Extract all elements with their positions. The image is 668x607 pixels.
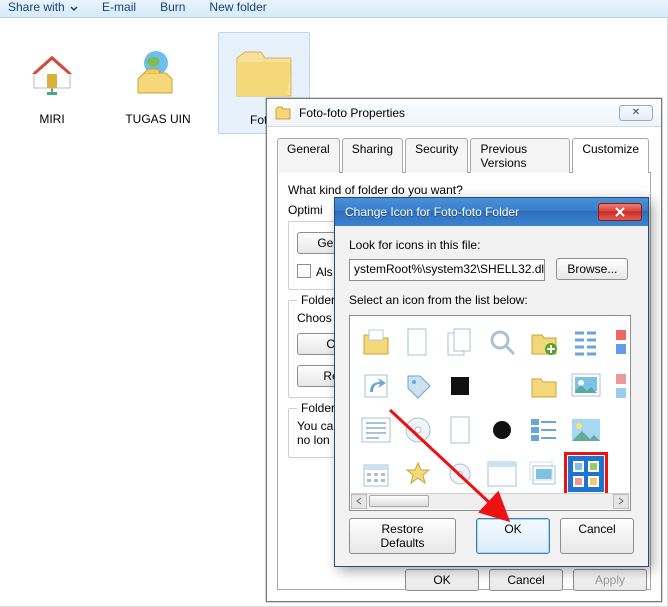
close-button[interactable]: ✕ — [619, 105, 653, 121]
star-icon[interactable] — [400, 456, 436, 492]
change-icon-titlebar[interactable]: Change Icon for Foto-foto Folder — [335, 198, 648, 226]
new-folder-button[interactable]: New folder — [209, 0, 266, 14]
house-network-icon — [8, 38, 96, 108]
item-label: TUGAS UIN — [114, 112, 202, 126]
scroll-thumb[interactable] — [369, 495, 429, 507]
icon-path-input[interactable]: ystemRoot%\system32\SHELL32.dll — [349, 259, 545, 281]
tab-previous-versions[interactable]: Previous Versions — [470, 138, 570, 173]
page-icon[interactable] — [442, 412, 478, 448]
select-icon-label: Select an icon from the list below: — [349, 293, 634, 307]
color-grid-icon[interactable] — [610, 324, 631, 360]
photo-frame-icon[interactable] — [568, 368, 604, 404]
close-button[interactable] — [598, 203, 642, 221]
scroll-left-button[interactable] — [351, 494, 367, 509]
folder-item-tugas[interactable]: TUGAS UIN — [112, 32, 204, 134]
scroll-right-button[interactable] — [613, 494, 629, 509]
globe-folder-icon — [114, 38, 202, 108]
look-label: Look for icons in this file: — [349, 238, 634, 252]
black-circle-icon[interactable] — [484, 412, 520, 448]
blank-icon[interactable] — [610, 412, 631, 448]
paragraph-icon[interactable] — [358, 412, 394, 448]
disc-icon[interactable] — [400, 412, 436, 448]
cancel-button[interactable]: Cancel — [560, 518, 634, 554]
share-with-menu[interactable]: Share with — [8, 0, 78, 14]
tag-icon[interactable] — [400, 368, 436, 404]
item-label: MIRI — [8, 112, 96, 126]
ok-button[interactable]: OK — [405, 569, 479, 591]
thumbnails-icon[interactable] — [568, 456, 604, 492]
shortcut-icon[interactable] — [358, 368, 394, 404]
search-icon[interactable] — [484, 324, 520, 360]
folder-icons-caption: Folder — [297, 401, 339, 415]
kind-question: What kind of folder do you want? — [288, 183, 640, 197]
pages-stack-icon[interactable] — [442, 324, 478, 360]
tab-customize[interactable]: Customize — [572, 138, 649, 173]
chevron-down-icon — [70, 5, 78, 13]
icon-list-scrollbar[interactable] — [351, 493, 629, 509]
properties-title: Foto-foto Properties — [299, 106, 611, 120]
calendar-icon[interactable] — [358, 456, 394, 492]
tab-sharing[interactable]: Sharing — [342, 138, 403, 173]
restore-defaults-button[interactable]: Restore Defaults — [349, 518, 456, 554]
properties-tabs: General Sharing Security Previous Versio… — [277, 137, 651, 172]
close-icon — [614, 207, 626, 217]
change-icon-title: Change Icon for Foto-foto Folder — [345, 205, 598, 219]
list-lines-icon[interactable] — [568, 324, 604, 360]
apply-button[interactable]: Apply — [573, 569, 647, 591]
folder-pictures-caption: Folder — [297, 293, 339, 307]
scroll-track[interactable] — [367, 494, 613, 509]
landscape-photo-icon[interactable] — [568, 412, 604, 448]
disc-small-icon[interactable] — [442, 456, 478, 492]
blank-icon[interactable] — [484, 368, 520, 404]
list-detail-icon[interactable] — [526, 412, 562, 448]
burn-button[interactable]: Burn — [160, 0, 185, 14]
blank-icon[interactable] — [610, 456, 631, 492]
color-grid-icon[interactable] — [610, 368, 631, 404]
folder-icon — [275, 105, 291, 121]
properties-titlebar[interactable]: Foto-foto Properties ✕ — [267, 99, 661, 127]
folder-add-icon[interactable] — [526, 324, 562, 360]
cancel-button[interactable]: Cancel — [489, 569, 563, 591]
icon-list[interactable] — [349, 315, 631, 511]
tab-general[interactable]: General — [277, 138, 340, 173]
properties-buttons: OK Cancel Apply — [405, 569, 647, 591]
folder-item-miri[interactable]: MIRI — [6, 32, 98, 134]
explorer-toolbar: Share with E-mail Burn New folder — [0, 0, 668, 18]
browse-button[interactable]: Browse... — [556, 258, 628, 280]
blank-page-icon[interactable] — [400, 324, 436, 360]
photo-stack-icon[interactable] — [526, 456, 562, 492]
ok-button[interactable]: OK — [476, 518, 550, 554]
window-icon[interactable] — [484, 456, 520, 492]
email-button[interactable]: E-mail — [102, 0, 136, 14]
folder-docs-icon[interactable] — [358, 324, 394, 360]
folder-icon[interactable] — [526, 368, 562, 404]
tab-security[interactable]: Security — [405, 138, 468, 173]
change-icon-dialog: Change Icon for Foto-foto Folder Look fo… — [334, 197, 649, 567]
black-square-icon[interactable] — [442, 368, 478, 404]
